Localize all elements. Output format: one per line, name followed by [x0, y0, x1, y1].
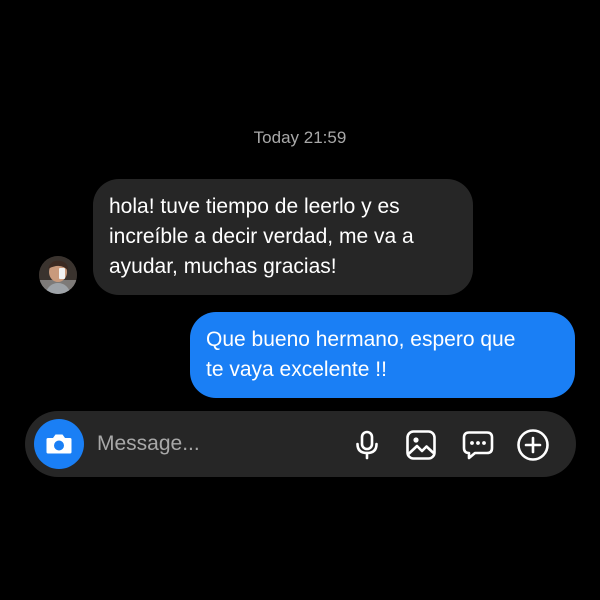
microphone-icon [356, 430, 378, 460]
voice-message-button[interactable] [350, 428, 384, 462]
avatar-photo-icon [39, 256, 77, 294]
received-message-bubble[interactable]: hola! tuve tiempo de leerlo y es increíb… [93, 179, 473, 295]
camera-icon [46, 434, 72, 454]
message-line: hola! tuve tiempo de leerlo y es [109, 195, 400, 218]
gallery-button[interactable] [404, 428, 438, 462]
sticker-icon [462, 431, 494, 460]
more-options-button[interactable] [516, 428, 550, 462]
avatar[interactable] [39, 256, 77, 294]
plus-icon [517, 429, 549, 461]
message-input[interactable] [97, 428, 337, 460]
message-timestamp: Today 21:59 [253, 128, 347, 147]
sticker-button[interactable] [461, 428, 495, 462]
message-line: increíble a decir verdad, me va a [109, 225, 414, 248]
chat-screen: Today 21:59 hola! tuve tiempo de leerlo … [0, 0, 600, 600]
sent-message-bubble[interactable]: Que bueno hermano, espero que te vaya ex… [190, 312, 575, 398]
message-composer [25, 411, 576, 477]
gallery-icon [406, 430, 436, 460]
message-line: ayudar, muchas gracias! [109, 255, 337, 278]
message-line: Que bueno hermano, espero que [206, 328, 516, 351]
camera-button[interactable] [34, 419, 84, 469]
message-line: te vaya excelente !! [206, 358, 387, 381]
